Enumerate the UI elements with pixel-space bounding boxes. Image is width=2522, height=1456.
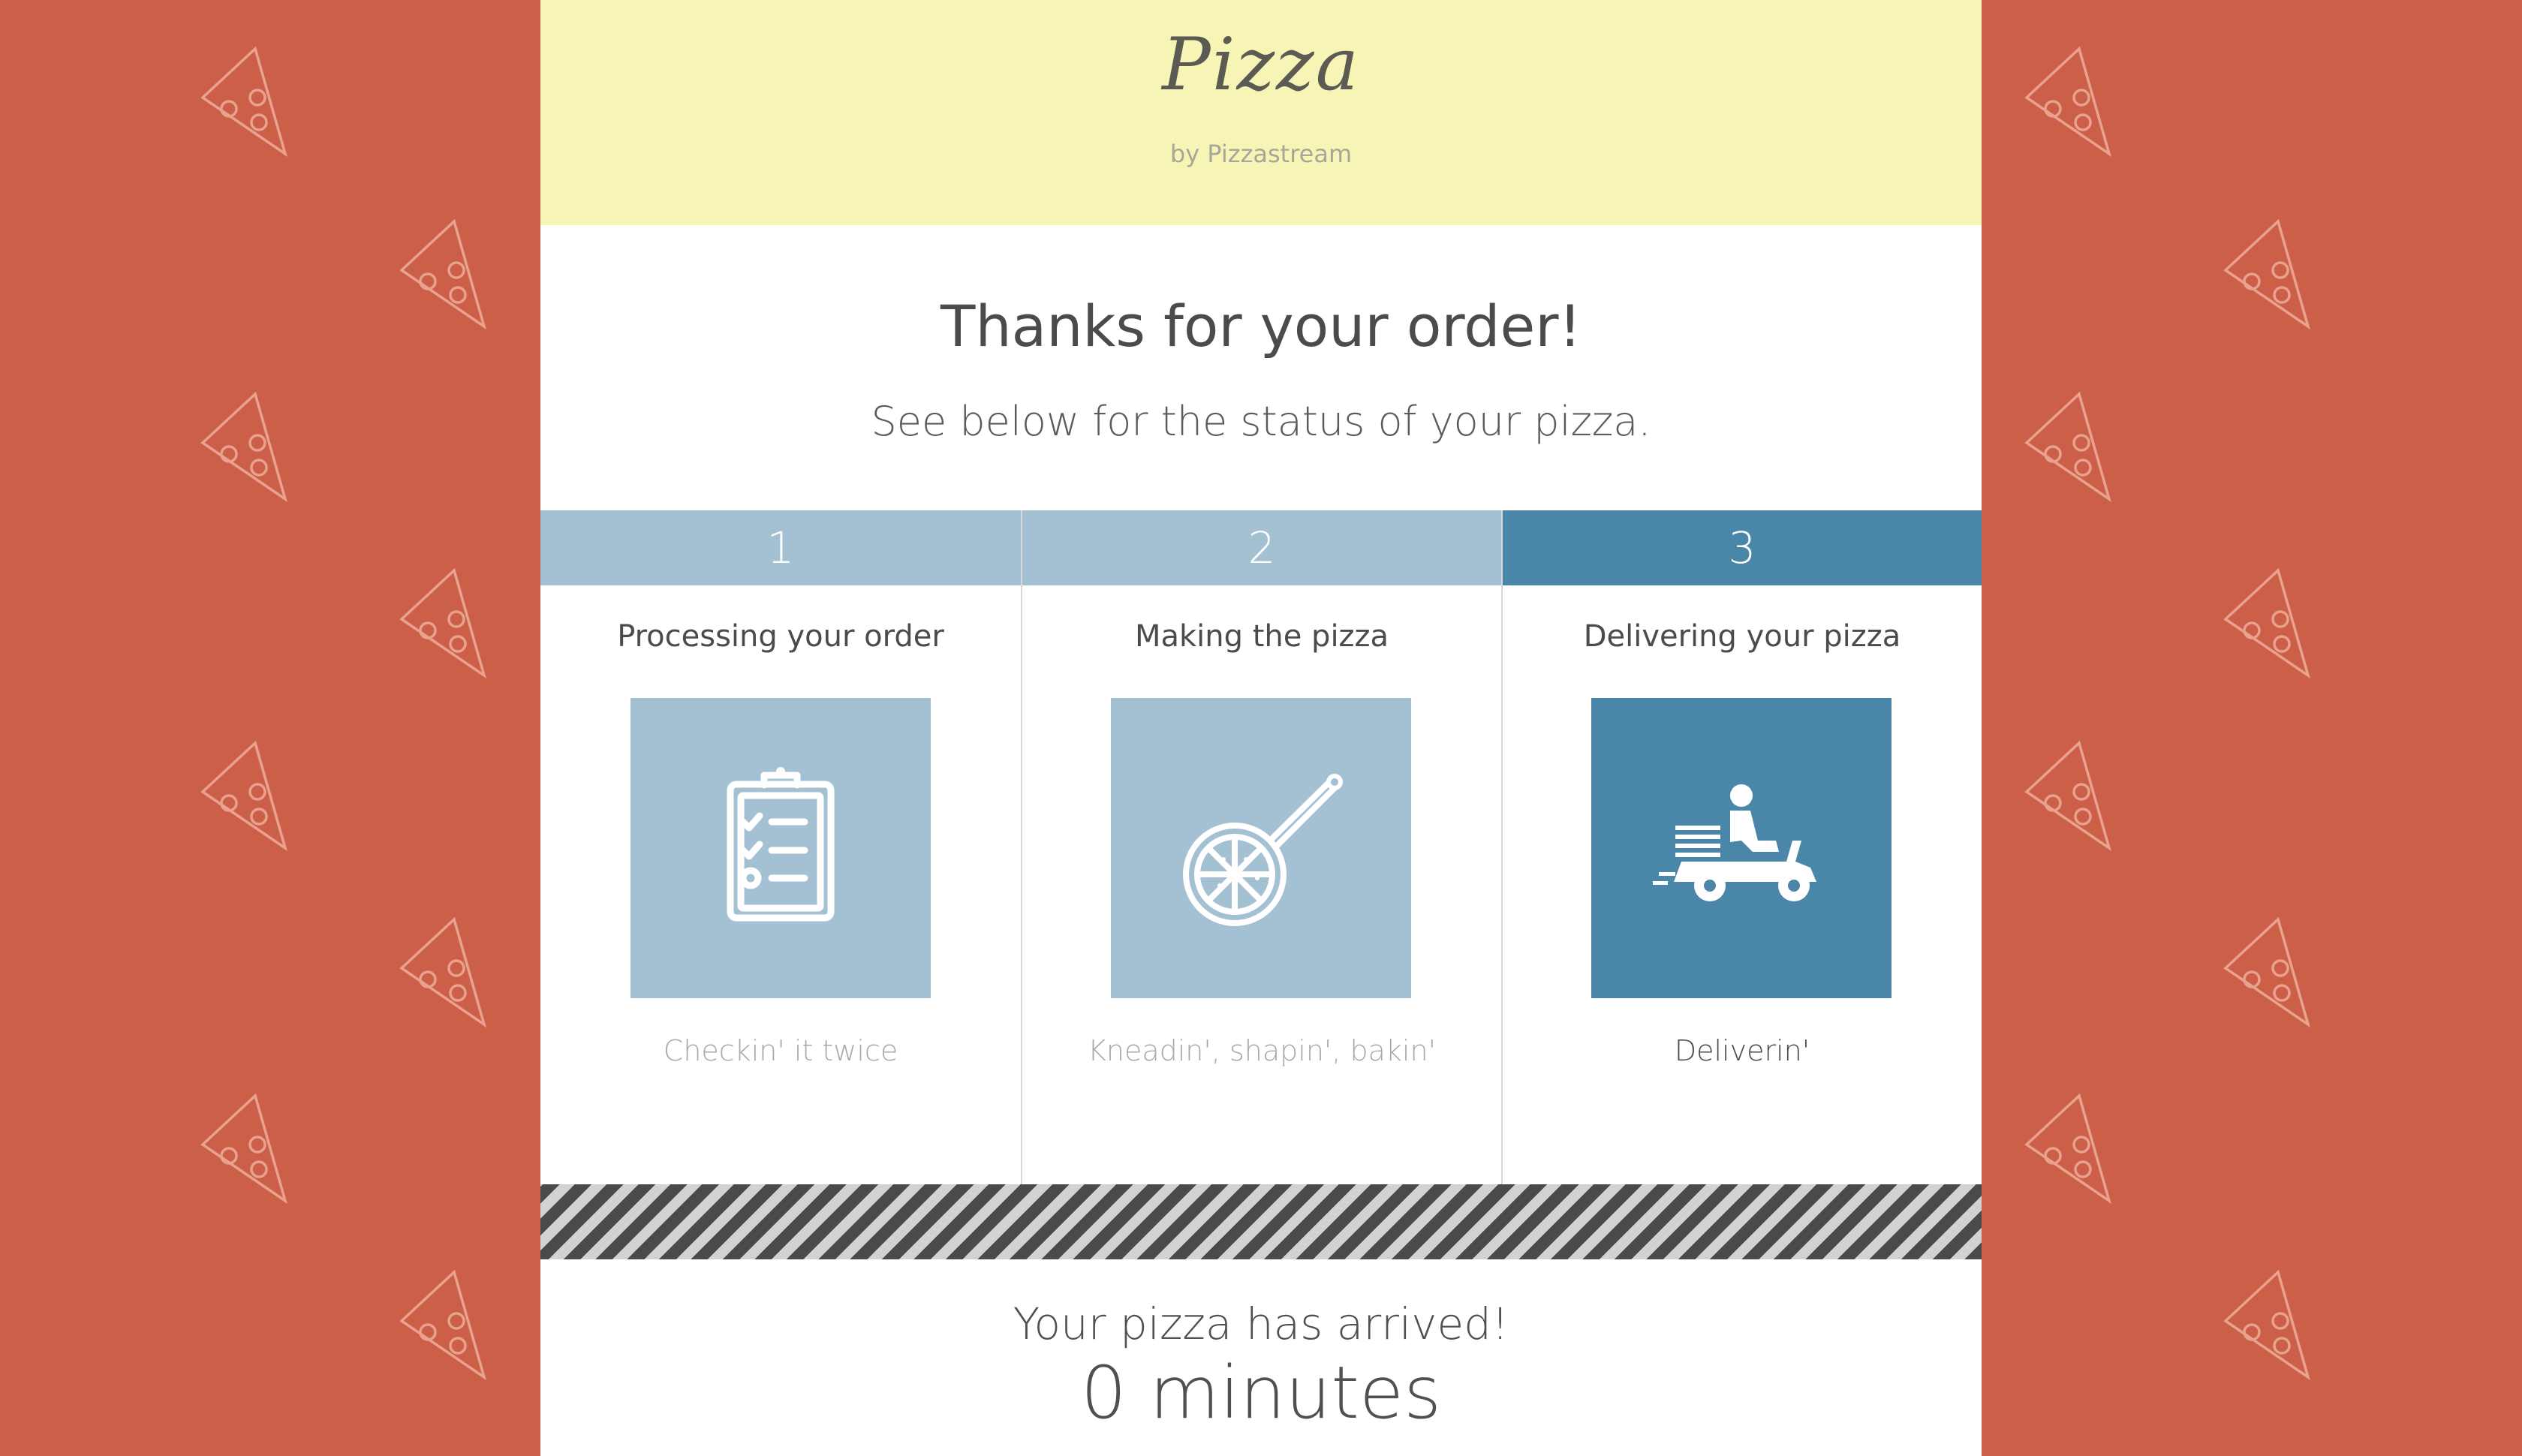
step-title: Making the pizza	[1134, 619, 1389, 654]
order-progress-steps: 1 Processing your order Checkin' it twic…	[540, 510, 1982, 1186]
page-subtitle: See below for the status of your pizza.	[871, 398, 1651, 445]
pizza-slice-icon	[184, 387, 304, 507]
pizza-slice-icon	[184, 736, 304, 856]
step-delivering-pizza: 3 Delivering your pizza Deliverin'	[1501, 510, 1982, 1186]
brand-logo[interactable]: Pizza	[540, 23, 1982, 107]
pizza-slice-icon	[383, 214, 503, 334]
pizza-peel-icon	[1111, 698, 1411, 998]
pizza-slice-icon	[184, 1088, 304, 1208]
pizza-slice-icon	[2008, 736, 2128, 856]
delivery-scooter-icon	[1591, 698, 1892, 998]
page-title: Thanks for your order!	[940, 293, 1582, 359]
pizza-slice-icon	[2008, 387, 2128, 507]
pizza-slice-icon	[184, 41, 304, 161]
progress-stripe-divider	[540, 1184, 1982, 1259]
pizza-slice-icon	[2008, 1088, 2128, 1208]
site-header: Pizza by Pizzastream	[540, 0, 1982, 225]
pizza-slice-icon	[383, 1265, 503, 1385]
pizza-slice-icon	[2207, 1265, 2327, 1385]
pizza-slice-icon	[383, 912, 503, 1032]
step-title: Processing your order	[617, 619, 944, 654]
step-making-pizza: 2 Making the pizza Kneadin', shapin', ba…	[1021, 510, 1501, 1186]
brand-byline: by Pizzastream	[1169, 140, 1353, 168]
pizza-slice-icon	[2207, 214, 2327, 334]
pizza-slice-icon	[2207, 563, 2327, 683]
order-status-panel: Pizza by Pizzastream Thanks for your ord…	[540, 0, 1982, 1456]
step-caption: Checkin' it twice	[663, 1034, 898, 1067]
step-number: 3	[1503, 510, 1982, 585]
step-processing-order: 1 Processing your order Checkin' it twic…	[540, 510, 1021, 1186]
step-caption: Kneadin', shapin', bakin'	[1087, 1034, 1437, 1067]
step-number: 1	[540, 510, 1021, 585]
delivery-status-message: Your pizza has arrived!	[1013, 1298, 1509, 1349]
pizza-slice-icon	[2008, 41, 2128, 161]
delivery-eta: 0 minutes	[1080, 1351, 1442, 1435]
step-title: Delivering your pizza	[1583, 619, 1901, 654]
step-number: 2	[1022, 510, 1501, 585]
pizza-slice-icon	[2207, 912, 2327, 1032]
step-caption: Deliverin'	[1674, 1034, 1810, 1067]
clipboard-checklist-icon	[630, 698, 931, 998]
pizza-slice-icon	[383, 563, 503, 683]
